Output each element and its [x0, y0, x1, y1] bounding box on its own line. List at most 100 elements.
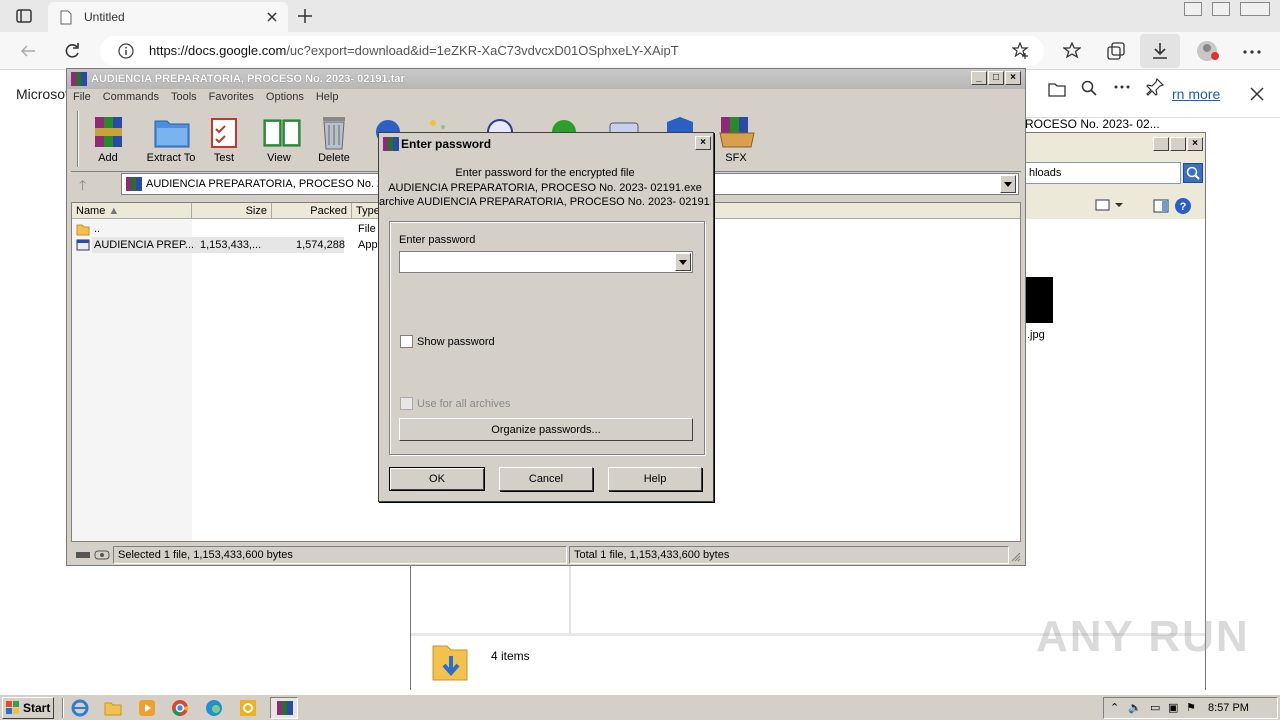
- winrar-menu-bar: File Commands Tools Favorites Options Help: [73, 91, 350, 107]
- chrome-icon[interactable]: [170, 698, 192, 718]
- browser-toolbar: https://docs.google.com/uc?export=downlo…: [0, 32, 1280, 70]
- download-icon: [1152, 42, 1168, 60]
- search-icon[interactable]: [1081, 80, 1097, 96]
- path-dropdown-button[interactable]: [1000, 175, 1016, 193]
- add-favorite-icon[interactable]: [1012, 42, 1030, 60]
- column-packed[interactable]: Packed: [272, 203, 352, 219]
- sfx-button[interactable]: SFX: [706, 111, 766, 169]
- dialog-title-bar[interactable]: Enter password ×: [381, 135, 711, 153]
- ok-label: OK: [429, 473, 445, 485]
- svg-text:?: ?: [1180, 201, 1187, 213]
- profile-avatar-icon[interactable]: [1196, 40, 1220, 62]
- outlook-icon[interactable]: [238, 698, 260, 718]
- explorer-minimize-button[interactable]: [1153, 137, 1169, 151]
- status-total: Total 1 file, 1,153,433,600 bytes: [569, 546, 1009, 564]
- test-clipboard-icon: [207, 115, 241, 149]
- explorer-maximize-button[interactable]: [1170, 137, 1186, 151]
- tray-expand-icon[interactable]: ⌃: [1110, 701, 1119, 714]
- password-history-dropdown[interactable]: [675, 253, 691, 271]
- edge-icon[interactable]: [204, 698, 226, 718]
- address-bar[interactable]: https://docs.google.com/uc?export=downlo…: [100, 36, 1044, 66]
- view-button[interactable]: View: [249, 111, 309, 169]
- back-icon[interactable]: [20, 43, 36, 59]
- dialog-message: Enter password for the encrypted file: [455, 167, 635, 179]
- learn-more-link[interactable]: rn more: [1172, 86, 1220, 102]
- maximize-button[interactable]: [1212, 2, 1230, 16]
- preview-pane-icon[interactable]: [1153, 199, 1169, 213]
- view-book-icon: [262, 115, 301, 149]
- more-options-icon[interactable]: [1243, 50, 1261, 54]
- refresh-icon[interactable]: [63, 42, 81, 60]
- internet-explorer-icon[interactable]: [70, 698, 92, 718]
- executable-icon: [76, 238, 90, 252]
- delete-button[interactable]: Delete: [304, 111, 364, 169]
- security-icon[interactable]: ▣: [1168, 701, 1178, 714]
- explorer-close-button[interactable]: ×: [1187, 137, 1203, 151]
- media-player-icon[interactable]: [137, 698, 159, 718]
- winrar-minimize-button[interactable]: _: [971, 71, 987, 85]
- test-button[interactable]: Test: [194, 111, 254, 169]
- dialog-file-name: AUDIENCIA PREPARATORIA, PROCESO No. 2023…: [388, 182, 702, 194]
- table-row[interactable]: AUDIENCIA PREP... 1,153,433,... 1,574,28…: [72, 237, 392, 253]
- explorer-search-icon[interactable]: [1183, 163, 1203, 183]
- flag-icon[interactable]: ⚑: [1186, 701, 1196, 714]
- volume-icon[interactable]: 🔈: [1128, 701, 1142, 714]
- menu-options[interactable]: Options: [266, 91, 304, 103]
- help-icon[interactable]: ?: [1174, 197, 1192, 215]
- menu-help[interactable]: Help: [316, 91, 339, 103]
- cancel-label: Cancel: [528, 473, 564, 485]
- table-row[interactable]: .. File f: [72, 221, 392, 237]
- menu-favorites[interactable]: Favorites: [209, 91, 254, 103]
- ok-button[interactable]: OK: [389, 467, 485, 491]
- collections-icon[interactable]: [1107, 42, 1125, 60]
- clock[interactable]: 8:57 PM: [1208, 702, 1249, 714]
- winrar-maximize-button[interactable]: □: [988, 71, 1004, 85]
- open-folder-icon[interactable]: [1048, 81, 1066, 97]
- password-input[interactable]: [399, 251, 693, 273]
- favorites-icon[interactable]: [1063, 42, 1081, 60]
- winrar-status-bar: Selected 1 file, 1,153,433,600 bytes Tot…: [71, 546, 1021, 564]
- new-tab-icon[interactable]: [297, 8, 313, 24]
- add-button[interactable]: Add: [78, 111, 138, 169]
- browser-tab[interactable]: Untitled: [48, 2, 288, 32]
- show-password-checkbox[interactable]: [400, 335, 413, 348]
- windows-logo-icon: [6, 701, 20, 715]
- row-name: ..: [94, 223, 101, 235]
- downloads-button[interactable]: [1140, 34, 1180, 68]
- view-options-icon[interactable]: [1095, 199, 1125, 211]
- resize-grip-icon[interactable]: [1011, 552, 1021, 562]
- archive-icon: [126, 177, 142, 191]
- winrar-taskbar-button[interactable]: [270, 697, 298, 719]
- close-tab-icon[interactable]: [266, 11, 278, 23]
- menu-commands[interactable]: Commands: [103, 91, 159, 103]
- winrar-title-bar[interactable]: AUDIENCIA PREPARATORIA, PROCESO No. 2023…: [67, 69, 1025, 89]
- menu-tools[interactable]: Tools: [171, 91, 197, 103]
- info-icon[interactable]: [118, 43, 134, 59]
- page-notice-text: Microsof: [16, 86, 69, 102]
- tab-actions-icon[interactable]: [16, 9, 32, 23]
- image-thumbnail[interactable]: [1025, 277, 1053, 323]
- winrar-taskbar-icon: [277, 701, 293, 715]
- start-button[interactable]: Start: [2, 697, 54, 719]
- pin-icon[interactable]: [1146, 78, 1164, 96]
- close-window-button[interactable]: [1240, 2, 1270, 16]
- more-icon[interactable]: [1114, 85, 1130, 89]
- dialog-close-button[interactable]: ×: [695, 136, 711, 150]
- close-icon[interactable]: [1250, 87, 1264, 101]
- items-count: 4 items: [491, 649, 530, 663]
- cancel-button[interactable]: Cancel: [499, 467, 593, 491]
- organize-passwords-button[interactable]: Organize passwords...: [399, 418, 693, 441]
- help-button[interactable]: Help: [608, 467, 702, 491]
- winrar-close-button[interactable]: ×: [1005, 71, 1021, 85]
- column-name[interactable]: Name ▲: [72, 203, 192, 219]
- explorer-address-field[interactable]: hloads: [1025, 162, 1181, 184]
- menu-file[interactable]: File: [73, 91, 91, 103]
- use-for-all-archives-label: Use for all archives: [417, 398, 511, 410]
- up-folder-icon[interactable]: 🡑: [79, 175, 86, 199]
- column-size[interactable]: Size: [192, 203, 272, 219]
- network-icon[interactable]: ▭: [1150, 701, 1160, 714]
- explorer-address-text: hloads: [1029, 167, 1062, 179]
- minimize-button[interactable]: [1184, 2, 1202, 16]
- use-for-all-archives-checkbox[interactable]: [400, 397, 413, 410]
- file-explorer-icon[interactable]: [103, 698, 125, 718]
